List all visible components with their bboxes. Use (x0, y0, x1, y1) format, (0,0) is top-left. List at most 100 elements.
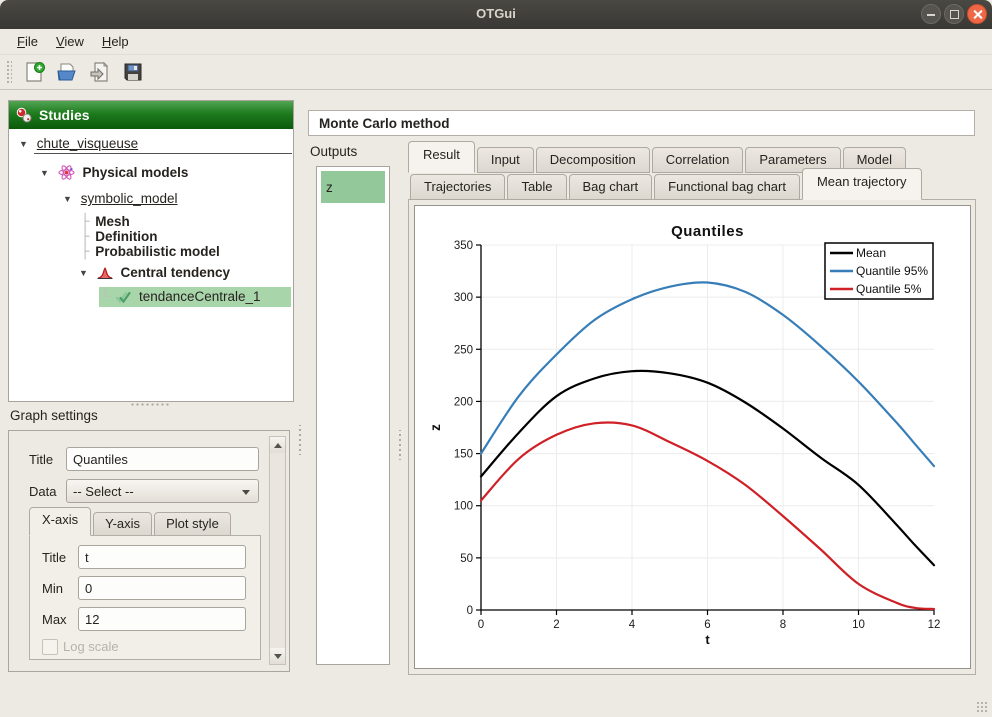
y-tick-label: 250 (454, 344, 473, 356)
tab-result[interactable]: Result (408, 141, 475, 173)
x-tick-label: 8 (780, 619, 786, 631)
left-splitter-handle[interactable] (130, 402, 170, 408)
graph-settings-panel: Title Data -- Select -- X-axis Y-axis Pl… (8, 430, 290, 672)
save-icon (122, 61, 145, 84)
tree-item-tendance-centrale-1[interactable]: └ tendanceCentrale_1 (99, 287, 291, 307)
outputs-label: Outputs (310, 144, 357, 159)
maximize-icon (945, 5, 963, 23)
tree-item-central-tendency[interactable]: ▼ Central tendency (79, 263, 230, 283)
open-study-icon (56, 61, 79, 84)
tab-decomposition[interactable]: Decomposition (536, 147, 650, 173)
outputs-splitter-handle[interactable] (397, 430, 403, 460)
tree-branch-icon: ├ (81, 244, 89, 260)
graph-settings-scrollbar[interactable] (269, 436, 286, 665)
tab-y-axis[interactable]: Y-axis (93, 512, 152, 536)
expander-icon[interactable]: ▼ (19, 134, 33, 154)
scroll-up-button[interactable] (270, 437, 285, 453)
minimize-button[interactable] (921, 4, 941, 24)
menu-view[interactable]: View (47, 30, 93, 53)
tree-item-probabilistic-model[interactable]: ├ Probabilistic model (81, 242, 220, 262)
log-scale-checkbox[interactable] (42, 639, 58, 655)
check-icon (115, 290, 131, 310)
toolbar (0, 55, 992, 90)
tree-item-label: Physical models (83, 165, 189, 180)
new-study-icon (23, 61, 46, 84)
main-splitter-handle[interactable] (297, 425, 303, 455)
y-tick-label: 0 (467, 605, 473, 617)
openturns-logo-icon (16, 107, 32, 123)
new-study-button[interactable] (20, 58, 48, 86)
menu-file[interactable]: File (8, 30, 47, 53)
export-script-icon (89, 61, 112, 84)
analysis-title: Monte Carlo method (308, 110, 975, 136)
legend-label: Quantile 95% (856, 264, 928, 278)
tree-item-chute-visqueuse[interactable]: ▼ chute_visqueuse (19, 134, 138, 154)
tab-input[interactable]: Input (477, 147, 534, 173)
studies-header: Studies (9, 101, 293, 129)
log-scale-label: Log scale (63, 639, 119, 654)
central-tendency-icon (97, 266, 113, 286)
window-resize-grip[interactable] (976, 701, 988, 713)
tree-item-symbolic-model[interactable]: ▼ symbolic_model (63, 189, 178, 209)
study-separator-line (34, 153, 292, 154)
save-button[interactable] (119, 58, 147, 86)
tab-table[interactable]: Table (507, 174, 566, 200)
maximize-button[interactable] (944, 4, 964, 24)
open-study-button[interactable] (53, 58, 81, 86)
expander-icon[interactable]: ▼ (63, 189, 77, 209)
tree-item-label: chute_visqueuse (37, 136, 138, 151)
x-max-label: Max (42, 612, 67, 627)
y-tick-label: 200 (454, 396, 473, 408)
chart-title-input[interactable] (66, 447, 259, 471)
menubar: File View Help (0, 29, 992, 55)
arrow-down-icon (274, 654, 282, 659)
tab-plot-style[interactable]: Plot style (154, 512, 231, 536)
legend-label: Mean (856, 246, 886, 260)
axis-tabs: X-axis Y-axis Plot style (29, 510, 233, 536)
x-min-label: Min (42, 581, 63, 596)
x-title-input[interactable] (78, 545, 246, 569)
otgui-window: OTGui File View Help (0, 0, 992, 717)
close-button[interactable] (967, 4, 987, 24)
y-tick-label: 100 (454, 501, 473, 513)
y-tick-label: 150 (454, 449, 473, 461)
expander-icon[interactable]: ▼ (40, 163, 54, 183)
x-tick-label: 4 (629, 619, 636, 631)
x-title-label: Title (42, 550, 66, 565)
tab-functional-bag-chart[interactable]: Functional bag chart (654, 174, 800, 200)
tree-item-physical-models[interactable]: ▼ Physical models (40, 163, 188, 183)
scroll-down-button[interactable] (270, 648, 285, 664)
tab-x-axis[interactable]: X-axis (29, 507, 91, 536)
menu-help[interactable]: Help (93, 30, 138, 53)
x-axis-label: t (705, 632, 710, 647)
analysis-title-text: Monte Carlo method (319, 116, 450, 131)
x-tick-label: 0 (478, 619, 484, 631)
tree-item-label: symbolic_model (81, 191, 178, 206)
x-tick-label: 6 (704, 619, 710, 631)
export-script-button[interactable] (86, 58, 114, 86)
data-select-combobox[interactable]: -- Select -- (66, 479, 259, 503)
x-tick-label: 10 (852, 619, 865, 631)
quantiles-chart: 050100150200250300350024681012Quantilest… (415, 206, 970, 668)
tab-trajectories[interactable]: Trajectories (410, 174, 505, 200)
y-axis-label: z (428, 424, 443, 431)
toolbar-drag-handle[interactable] (6, 60, 12, 84)
close-icon (968, 5, 986, 23)
tab-content-frame: 050100150200250300350024681012Quantilest… (408, 199, 976, 675)
tab-bag-chart[interactable]: Bag chart (569, 174, 653, 200)
studies-header-label: Studies (39, 107, 90, 123)
x-max-input[interactable] (78, 607, 246, 631)
legend-label: Quantile 5% (856, 282, 922, 296)
tab-mean-trajectory[interactable]: Mean trajectory (802, 168, 922, 200)
chart-title: Quantiles (671, 223, 744, 240)
y-tick-label: 300 (454, 292, 473, 304)
tab-correlation[interactable]: Correlation (652, 147, 744, 173)
x-tick-label: 2 (553, 619, 559, 631)
tree-item-label: Central tendency (121, 265, 231, 280)
arrow-up-icon (274, 443, 282, 448)
output-item-z[interactable]: z (321, 171, 385, 203)
x-min-input[interactable] (78, 576, 246, 600)
outputs-list: z (316, 166, 390, 665)
y-tick-label: 50 (460, 553, 473, 565)
expander-icon[interactable]: ▼ (79, 263, 93, 283)
